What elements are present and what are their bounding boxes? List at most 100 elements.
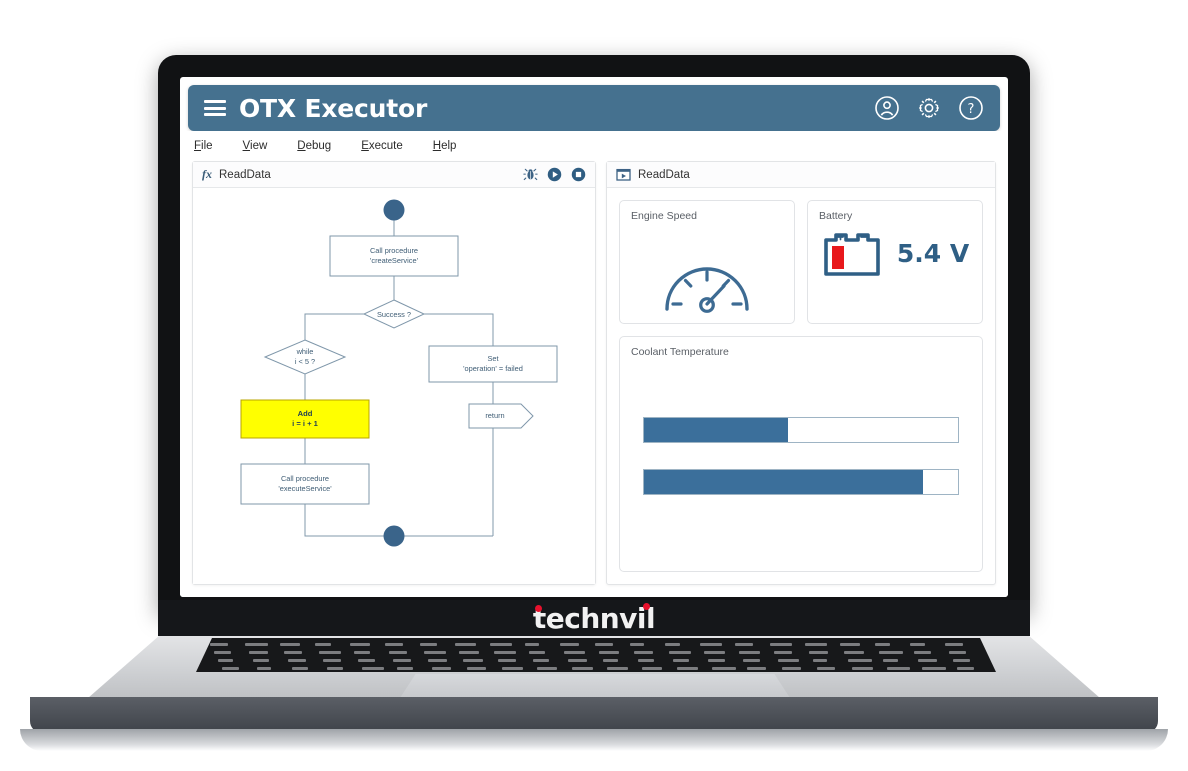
keyboard-key [634,651,653,654]
progress-bar-2-fill [644,470,923,494]
keyboard-key [350,643,370,646]
laptop-lid: OTX Executor ? File View Debug Execute H… [158,55,1030,612]
monitor-panel-title: ReadData [638,169,690,181]
brand-dot-right [643,603,650,610]
keyboard-key [782,667,801,670]
brand-name: technvil [533,602,655,635]
menu-execute[interactable]: Execute [361,140,403,152]
keyboard-key [813,659,827,662]
keyboard-key [490,643,512,646]
gauge-icon [661,253,753,315]
menu-debug[interactable]: Debug [297,140,331,152]
keyboard-key [280,643,300,646]
keyboard-key [214,651,231,654]
keyboard-key [607,667,628,670]
flowchart-canvas[interactable]: Call procedure 'createService' Success ?… [193,188,595,584]
hamburger-menu-icon[interactable] [204,100,226,116]
flow-node-call-createservice[interactable] [330,236,458,276]
keyboard-key [253,659,269,662]
fx-icon: fx [202,167,212,182]
keyboard-key [673,659,689,662]
keyboard-key [665,643,680,646]
flow-end-node[interactable] [384,526,405,547]
laptop-trackpad [400,674,790,698]
run-play-icon[interactable] [547,167,562,182]
battery-voltage-value: 5.4 V [897,239,969,268]
app-title: OTX Executor [239,94,427,123]
monitor-top-row: Engine Speed Battery 5.4 V [619,200,983,324]
progress-bar-1-fill [644,418,788,442]
keyboard-key [424,651,446,654]
menu-help[interactable]: Help [433,140,457,152]
keyboard-key [455,643,476,646]
keyboard-key [879,651,903,654]
flow-editor-title: ReadData [219,169,271,181]
keyboard-key [327,667,343,670]
settings-gear-icon[interactable] [916,95,942,121]
keyboard-key [315,643,331,646]
flow-node-decision-while[interactable] [265,340,345,374]
flow-node-return[interactable] [469,404,533,428]
flow-node-add-highlighted[interactable] [241,400,369,438]
keyboard-key [770,643,792,646]
keyboard-key [249,651,268,654]
app-titlebar: OTX Executor ? [188,85,1000,131]
keyboard-key [840,643,860,646]
keyboard-key [319,651,341,654]
keyboard-key [502,667,523,670]
keyboard-key [257,667,271,670]
card-coolant-temperature[interactable]: Coolant Temperature [619,336,983,572]
workspace: fx ReadData Call procedure 'createServic… [180,161,1008,597]
keyboard-key [677,667,698,670]
keyboard-key [537,667,557,670]
keyboard-key [393,659,411,662]
svg-text:?: ? [968,102,975,117]
keyboard-key [397,667,413,670]
flow-node-decision-success[interactable] [364,300,424,328]
keyboard-key [560,643,579,646]
keyboard-key [945,643,963,646]
keyboard-key [222,667,239,670]
laptop-screen: OTX Executor ? File View Debug Execute H… [180,77,1008,597]
menu-file[interactable]: File [194,140,213,152]
keyboard-key [358,659,375,662]
help-icon[interactable]: ? [958,95,984,121]
keyboard-key [739,651,760,654]
flow-start-node[interactable] [384,200,405,221]
keyboard-key [844,651,864,654]
keyboard-key [467,667,486,670]
card-battery[interactable]: Battery 5.4 V [807,200,983,324]
titlebar-icon-group: ? [874,95,984,121]
keyboard-key [284,651,302,654]
keyboard-key [323,659,341,662]
monitor-panel: ReadData Engine Speed Battery 5.4 V Cool… [606,161,996,585]
keyboard-key [669,651,691,654]
account-icon[interactable] [874,95,900,121]
keyboard-key [459,651,479,654]
keyboard-key [642,667,662,670]
keyboard-key [809,651,828,654]
menu-view[interactable]: View [243,140,268,152]
keyboard-key [778,659,799,662]
keyboard-key [218,659,233,662]
keyboard-key [747,667,766,670]
keyboard-key [638,659,654,662]
progress-bar-2[interactable] [643,469,959,495]
keyboard-key [918,659,937,662]
screen-play-icon [616,168,631,181]
flow-node-call-executeservice[interactable] [241,464,369,504]
keyboard-key [389,651,407,654]
keyboard-key [564,651,585,654]
stop-square-icon[interactable] [571,167,586,182]
debug-bug-icon[interactable] [523,167,538,182]
card-coolant-title: Coolant Temperature [631,346,971,358]
keyboard-key [568,659,587,662]
keyboard-key [704,651,725,654]
keyboard-key [852,667,873,670]
flow-node-set-operation[interactable] [429,346,557,382]
card-engine-speed[interactable]: Engine Speed [619,200,795,324]
progress-bar-1[interactable] [643,417,959,443]
keyboard-key [603,659,618,662]
keyboard-key [883,659,898,662]
keyboard-key [922,667,946,670]
